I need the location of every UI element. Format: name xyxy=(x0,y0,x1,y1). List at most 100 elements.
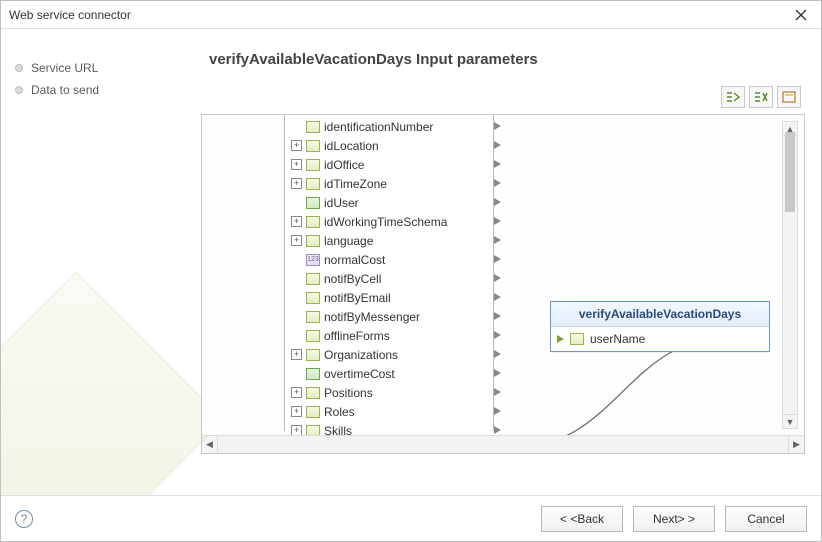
vertical-scrollbar[interactable]: ▲ ▼ xyxy=(782,121,798,429)
source-port-icon[interactable] xyxy=(494,217,501,225)
target-operation-box[interactable]: verifyAvailableVacationDays userName xyxy=(550,301,770,352)
source-port-icon[interactable] xyxy=(494,293,501,301)
tree-label: idTimeZone xyxy=(324,177,387,191)
source-port-icon[interactable] xyxy=(494,350,501,358)
scroll-right-arrow-icon[interactable]: ▶ xyxy=(788,436,804,453)
source-tree-panel: identificationNumber+idLocation+idOffice… xyxy=(284,115,494,431)
wizard-sidebar: Service URL Data to send xyxy=(1,29,201,495)
next-button[interactable]: Next> > xyxy=(633,506,715,532)
tree-label: idWorkingTimeSchema xyxy=(324,215,447,229)
tree-row[interactable]: notifByCell xyxy=(285,269,493,288)
source-port-icon[interactable] xyxy=(494,388,501,396)
tree-label: language xyxy=(324,234,373,248)
source-port-icon[interactable] xyxy=(494,122,501,130)
expand-placeholder xyxy=(291,254,302,265)
scroll-thumb[interactable] xyxy=(785,132,795,212)
tree-row[interactable]: 123normalCost xyxy=(285,250,493,269)
expand-toggle-icon[interactable]: + xyxy=(291,216,302,227)
source-port-icon[interactable] xyxy=(494,407,501,415)
sidebar-item-label: Service URL xyxy=(31,61,98,75)
tree-row[interactable]: idUser xyxy=(285,193,493,212)
numeric-field-icon: 123 xyxy=(306,254,320,266)
tree-row[interactable]: + Roles xyxy=(285,402,493,421)
source-port-icon[interactable] xyxy=(494,426,501,434)
main-panel: verifyAvailableVacationDays Input parame… xyxy=(201,29,821,495)
source-port-icon[interactable] xyxy=(494,198,501,206)
sidebar-item-service-url[interactable]: Service URL xyxy=(15,57,187,79)
back-button[interactable]: < <Back xyxy=(541,506,623,532)
cancel-button[interactable]: Cancel xyxy=(725,506,807,532)
sidebar-item-data-to-send[interactable]: Data to send xyxy=(15,79,187,101)
mapping-canvas[interactable]: identificationNumber+idLocation+idOffice… xyxy=(202,115,804,435)
tree-row[interactable]: +idOffice xyxy=(285,155,493,174)
tree-row[interactable]: +idLocation xyxy=(285,136,493,155)
tree-label: notifByEmail xyxy=(324,291,391,305)
close-button[interactable] xyxy=(789,3,813,27)
tree-row[interactable]: notifByEmail xyxy=(285,288,493,307)
horizontal-scrollbar[interactable]: ◀ ▶ xyxy=(202,435,804,453)
tree-row[interactable]: +Positions xyxy=(285,383,493,402)
expand-toggle-icon[interactable]: + xyxy=(291,425,302,435)
tree-row[interactable]: offlineForms xyxy=(285,326,493,345)
expand-toggle-icon[interactable]: + xyxy=(291,349,302,360)
auto-map-button[interactable] xyxy=(721,86,745,108)
tree-row[interactable]: notifByMessenger xyxy=(285,307,493,326)
tree-row[interactable]: overtimeCost xyxy=(285,364,493,383)
source-port-icon[interactable] xyxy=(494,331,501,339)
source-ports-column xyxy=(494,115,506,431)
tree-row[interactable]: + idTimeZone xyxy=(285,174,493,193)
field-icon xyxy=(306,349,320,361)
expand-placeholder xyxy=(291,292,302,303)
close-icon xyxy=(795,9,807,21)
source-port-icon[interactable] xyxy=(494,369,501,377)
field-icon xyxy=(570,333,584,345)
expand-toggle-icon[interactable]: + xyxy=(291,140,302,151)
field-icon xyxy=(306,425,320,436)
source-port-icon[interactable] xyxy=(494,141,501,149)
field-icon xyxy=(306,178,320,190)
tree-label: Roles xyxy=(324,405,355,419)
tree-row[interactable]: + language xyxy=(285,231,493,250)
source-port-icon[interactable] xyxy=(494,312,501,320)
scroll-down-arrow-icon[interactable]: ▼ xyxy=(783,414,797,428)
title-bar: Web service connector xyxy=(1,1,821,29)
field-icon xyxy=(306,311,320,323)
layout-icon xyxy=(782,91,796,103)
tree-label: Organizations xyxy=(324,348,398,362)
field-icon xyxy=(306,140,320,152)
expand-placeholder xyxy=(291,121,302,132)
source-port-icon[interactable] xyxy=(494,160,501,168)
tree-row[interactable]: + idWorkingTimeSchema xyxy=(285,212,493,231)
expand-toggle-icon[interactable]: + xyxy=(291,235,302,246)
tree-label: idUser xyxy=(324,196,359,210)
source-tree[interactable]: identificationNumber+idLocation+idOffice… xyxy=(285,115,493,435)
expand-toggle-icon[interactable]: + xyxy=(291,178,302,189)
layout-button[interactable] xyxy=(777,86,801,108)
clear-map-icon xyxy=(754,91,768,103)
expand-toggle-icon[interactable]: + xyxy=(291,159,302,170)
source-port-icon[interactable] xyxy=(494,236,501,244)
target-field-row[interactable]: userName xyxy=(551,327,769,351)
tree-row[interactable]: +Skills xyxy=(285,421,493,435)
clear-map-button[interactable] xyxy=(749,86,773,108)
help-button[interactable]: ? xyxy=(15,510,33,528)
page-title: verifyAvailableVacationDays Input parame… xyxy=(201,29,805,82)
auto-map-icon xyxy=(726,91,740,103)
field-icon xyxy=(306,273,320,285)
dialog-body: Service URL Data to send verifyAvailable… xyxy=(1,29,821,495)
expand-toggle-icon[interactable]: + xyxy=(291,406,302,417)
tree-row[interactable]: identificationNumber xyxy=(285,117,493,136)
tree-label: notifByCell xyxy=(324,272,381,286)
target-field-label: userName xyxy=(590,332,645,346)
source-port-icon[interactable] xyxy=(494,255,501,263)
field-icon xyxy=(306,216,320,228)
source-port-icon[interactable] xyxy=(494,179,501,187)
field-icon xyxy=(306,292,320,304)
expand-toggle-icon[interactable]: + xyxy=(291,387,302,398)
field-icon xyxy=(306,406,320,418)
source-port-icon[interactable] xyxy=(494,274,501,282)
target-port-icon xyxy=(557,335,564,343)
field-icon xyxy=(306,159,320,171)
tree-row[interactable]: + Organizations xyxy=(285,345,493,364)
field-icon xyxy=(306,235,320,247)
